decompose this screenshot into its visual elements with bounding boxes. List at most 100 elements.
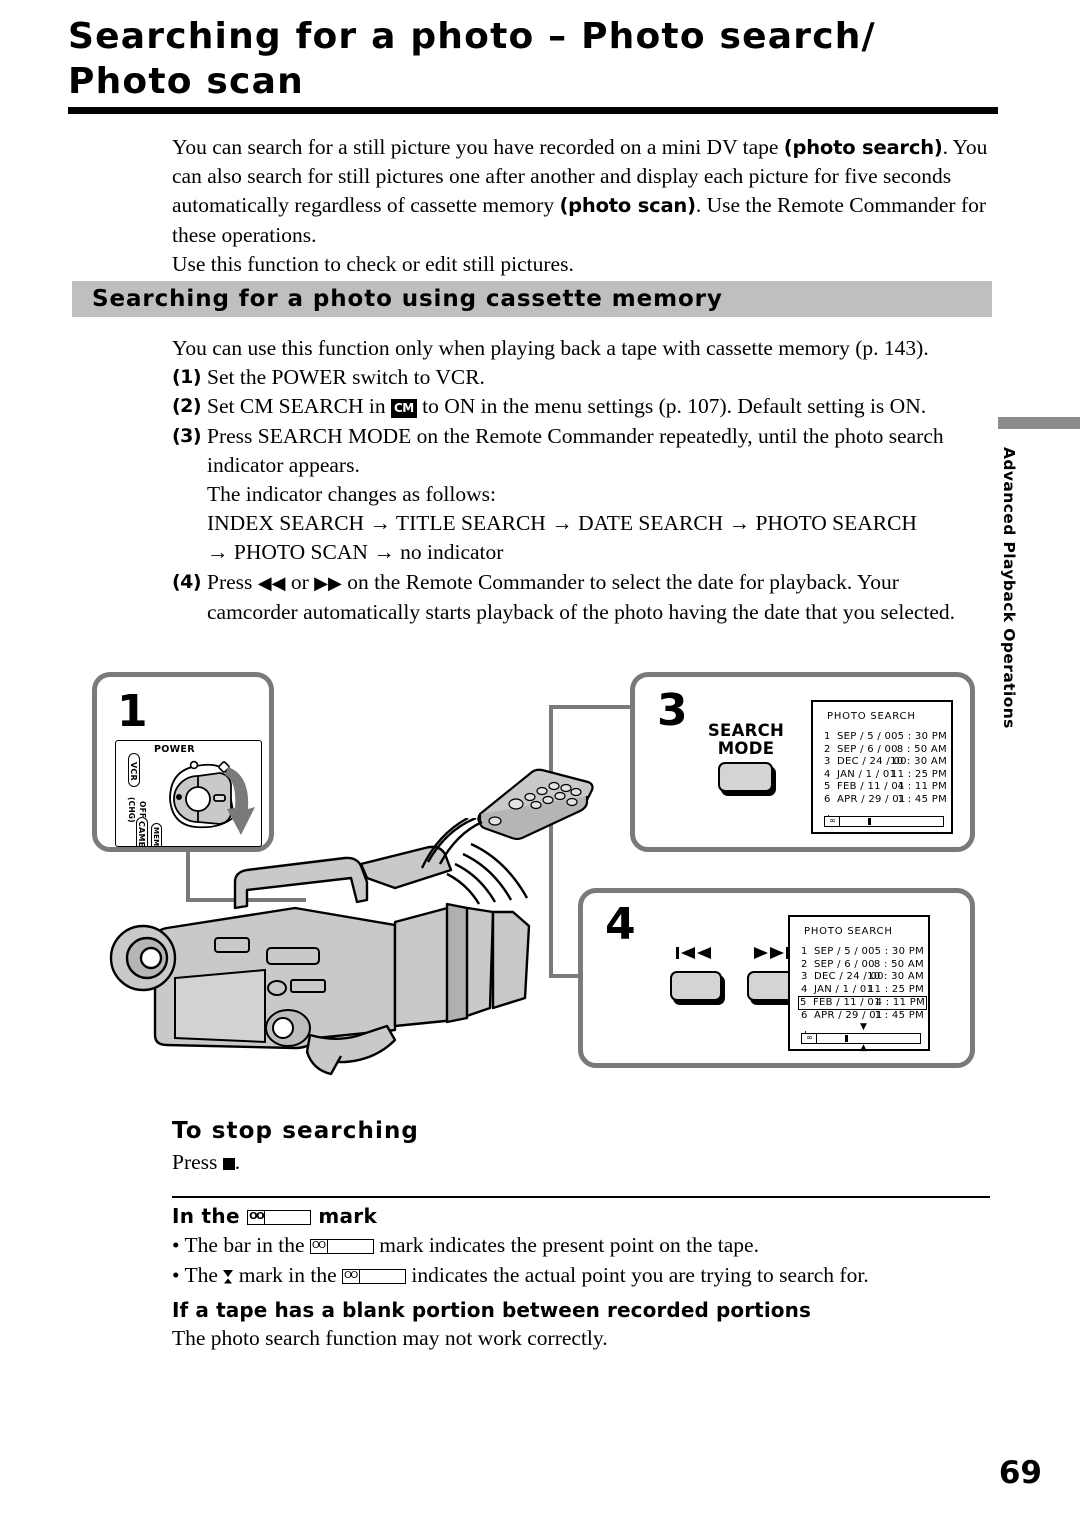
row-index: 1 [824,731,831,742]
power-position-memory: MEMORY [151,823,162,846]
search-mode-label-line1: SEARCH [707,721,785,740]
panel-1-number: 1 [117,686,148,737]
page-number: 69 [998,1455,1042,1491]
section-heading-text: Searching for a photo using cassette mem… [92,286,723,312]
row-date: JAN / 1 / 01 [837,768,897,780]
mark-note-heading: In the OO mark [172,1204,377,1228]
bullet2-text-c: indicates the actual point you are tryin… [411,1263,869,1287]
power-switch-diagram: POWER VCR OFF (CHG) CAMERA MEMORY [115,740,262,847]
intro-paragraph-2: Use this function to check or edit still… [172,251,574,276]
tape-mark-icon: OO [342,1269,406,1284]
step-4: (4) Press ◀◀ or ▶▶ on the Remote Commande… [172,568,992,627]
row-time: 4 : 11 PM [875,997,925,1009]
row-date: SEP / 5 / 00 [837,731,898,742]
row-index: 2 [801,958,808,970]
rotate-arrow-icon [225,767,255,835]
row-index: 2 [824,743,831,755]
to-stop-heading: To stop searching [172,1118,419,1144]
table-row: 4 JAN / 1 / 01 11 : 25 PM [823,769,948,782]
photo-search-screen-step4: PHOTO SEARCH 1 SEP / 5 / 00 5 : 30 PM 2 … [788,915,930,1053]
side-tab-bar [998,417,1080,429]
tape-current-position-marker [845,1035,848,1042]
table-row: 3 DEC / 24 / 00 10 : 30 AM [800,971,925,984]
row-date: APR / 29 / 01 [837,793,906,805]
row-time: 5 : 30 PM [897,731,947,742]
table-row: 6 APR / 29 / 01 1 : 45 PM [800,1010,925,1023]
tape-current-position-marker [868,818,871,825]
step-2: (2) Set CM SEARCH in CM to ON in the menu… [172,392,992,421]
title-divider [68,107,998,114]
prev-track-icon [676,947,711,959]
row-date: SEP / 6 / 00 [814,958,875,970]
steps-list: You can use this function only when play… [172,334,992,627]
next-track-icon: ▶▶ [314,572,342,594]
step-4-text-mid: or [285,569,315,594]
row-time: 1 : 45 PM [897,793,947,805]
table-row: 1 SEP / 5 / 00 5 : 30 PM [800,946,925,959]
power-position-camera: CAMERA [136,817,148,846]
search-mode-button[interactable] [718,762,773,792]
row-index: 4 [824,768,831,780]
row-index: 6 [824,793,831,805]
figure-panel-4: 4 PHOTO SEARCH 1 SEP / 5 / 00 5 : 30 PM [578,888,975,1068]
table-row: 3 DEC / 24 / 00 10 : 30 AM [823,756,948,769]
row-index: 5 [800,997,807,1009]
connector-panel3-stem [549,705,633,709]
step-4-text-before: Press [207,569,258,594]
tape-mark-icon: OO [309,1239,374,1254]
step-1-text: Set the POWER switch to VCR. [207,365,485,390]
panel-4-number: 4 [605,899,636,950]
to-stop-instruction: Press . [172,1148,240,1176]
section-heading-band: Searching for a photo using cassette mem… [72,281,992,317]
intro-paragraph: You can search for a still picture you h… [172,133,990,279]
row-time: 5 : 30 PM [874,946,924,957]
press-text: Press [172,1150,223,1174]
row-index: 1 [801,946,808,957]
row-date: JAN / 1 / 01 [814,983,874,995]
bullet2-text-b: mark in the [238,1263,337,1287]
cassette-icon: ∞ [802,1034,817,1043]
screen-title: PHOTO SEARCH [804,926,893,937]
table-row: 2 SEP / 6 / 00 8 : 50 AM [800,959,925,972]
photo-search-screen-step3: PHOTO SEARCH 1 SEP / 5 / 00 5 : 30 PM 2 … [811,700,953,834]
table-row-selected[interactable]: 5 FEB / 11 / 01 4 : 11 PM [798,996,927,1010]
step-3-sub2: INDEX SEARCH → TITLE SEARCH → DATE SEARC… [207,511,917,536]
search-mode-label-line2: MODE [717,739,775,758]
table-row: 4 JAN / 1 / 01 11 : 25 PM [800,984,925,997]
page-title-line2: Photo scan [68,61,304,102]
step-3-text: Press SEARCH MODE on the Remote Commande… [207,423,944,477]
cassette-icon: ∞ [825,817,840,826]
table-row: 5 FEB / 11 / 01 4 : 11 PM [823,781,948,794]
step-3-sub3: → PHOTO SCAN → no indicator [207,540,504,565]
row-time: 11 : 25 PM [867,983,924,995]
row-time: 4 : 11 PM [897,781,947,793]
row-index: 5 [824,781,831,793]
step-3: (3) Press SEARCH MODE on the Remote Comm… [172,422,992,568]
row-index: 6 [801,1009,808,1021]
bullet1-text-b: mark indicates the present point on the … [379,1233,759,1257]
target-point-marker-bottom: ▲ [860,1043,867,1053]
search-target-marker-icon [223,1270,234,1284]
row-time: 1 : 45 PM [874,1009,924,1021]
bullet1-text-a: • The bar in the [172,1233,305,1257]
row-time: 8 : 50 AM [896,743,947,755]
row-time: 11 : 25 PM [890,768,947,780]
row-time: 8 : 50 AM [873,958,924,970]
target-point-marker-top: ▼ [860,1022,867,1032]
list-item: • The mark in the OO indicates the actua… [172,1260,992,1290]
panel-3-number: 3 [657,685,688,736]
mark-note-heading-after: mark [318,1204,378,1228]
screen-row-list: 1 SEP / 5 / 00 5 : 30 PM 2 SEP / 6 / 00 … [823,731,948,807]
prev-track-button[interactable] [670,971,722,1001]
blank-portion-heading: If a tape has a blank portion between re… [172,1298,811,1322]
prev-track-icon: ◀◀ [257,572,286,594]
blank-portion-body: The photo search function may not work c… [172,1326,608,1350]
power-switch-label: POWER [154,744,195,755]
row-index: 3 [824,756,831,768]
step-2-text-before: Set CM SEARCH in [207,394,391,419]
row-index: 4 [801,983,808,995]
search-mode-button-label: SEARCH MODE [691,722,801,758]
row-date: FEB / 11 / 01 [813,997,881,1009]
row-date: SEP / 6 / 00 [837,743,898,755]
row-date: APR / 29 / 01 [814,1009,883,1021]
